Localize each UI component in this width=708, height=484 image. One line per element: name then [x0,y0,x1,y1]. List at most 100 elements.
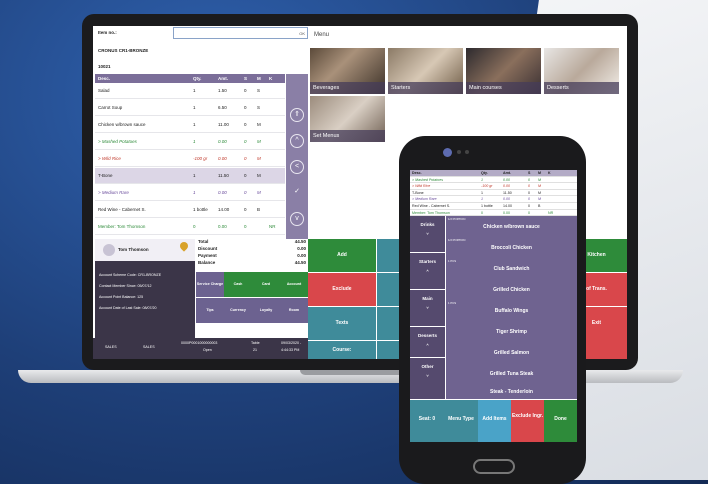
page-up-icon[interactable]: ⇑ [290,108,304,122]
line-s: 0 [244,207,247,212]
table-row[interactable]: > Wild Rice -100 gr 0.00 0 M [410,183,577,190]
menu-tile-main-courses[interactable]: Main courses [466,48,541,94]
line-desc: > Medium Rare [98,190,129,195]
room-button[interactable]: Room [280,298,308,323]
line-amt: 14.00 [503,203,512,208]
chevron-left-icon[interactable]: < [290,160,304,174]
line-amt: 0.00 [218,156,227,161]
table-row[interactable]: Red Wine - Cabernet S. 1 bottle 14.00 0 B [95,202,285,218]
table-row[interactable]: > Mashed Potatoes 1 0.00 0 M [410,177,577,184]
table-row[interactable]: T-Bone 1 11.50 0 M [410,190,577,197]
menu-tile-set-menus[interactable]: Set Menus [310,96,385,142]
menu-tile-starters[interactable]: Starters [388,48,463,94]
line-s: 0 [528,184,530,189]
menu-item-buffalo-wings[interactable]: 1 PCS Buffalo Wings [446,300,577,321]
phone-order-table: Desc. Qty. Amt. S M K > Mashed Potatoes 1 0.00 0… [410,170,577,217]
category-drinks[interactable]: Drinks ˅ [410,216,445,252]
line-m: M [257,156,261,161]
status-sales-2: SALES [143,345,155,349]
table-row[interactable]: Red Wine - Cabernet S. 1 bottle 14.00 0 B [410,203,577,210]
currency-button[interactable]: Currency [224,298,252,323]
chevron-down-icon: ˅ [426,305,429,310]
menu-item-grilled-chicken[interactable]: Grilled Chicken [446,279,577,300]
line-qty: 1 [193,122,196,127]
menu-item-grilled-salmon[interactable]: Grilled Salmon [446,342,577,363]
ok-button[interactable]: OK [299,31,305,36]
texts-button[interactable]: Texts [308,307,376,340]
add-button[interactable]: Add [308,239,376,272]
line-m: S [257,88,261,93]
line-desc: > Wild Rice [98,156,121,161]
category-desserts[interactable]: Desserts ˄ [410,327,445,357]
loyalty-button[interactable]: Loyalty [252,298,280,323]
line-s: 0 [244,224,247,229]
menu-tile-beverages[interactable]: Beverages [310,48,385,94]
line-s: 0 [244,190,247,195]
customer-points: Account Point Balance: 125 [99,295,144,299]
chevron-up-icon: ˄ [426,342,429,347]
chevron-down-icon: ˅ [426,231,429,236]
seat-button[interactable]: Seat: 0 [410,400,444,442]
service-charge-button[interactable]: Service Charge [196,272,224,297]
menu-item-club-sandwich[interactable]: 1 PCS Club Sandwich [446,258,577,279]
table-row[interactable]: Chicken w/brown sauce 1 11.00 0 M [95,117,285,133]
account-button[interactable]: Account [280,272,308,297]
avatar [103,244,115,256]
line-desc: Red Wine - Cabernet S. [98,207,146,212]
course-button[interactable]: Course: [308,341,376,359]
table-row[interactable]: Salad 1 1.50 0 S [95,83,285,99]
line-amt: 1.50 [218,88,227,93]
line-qty: 0 [193,224,196,229]
line-s: 0 [244,156,247,161]
exclude-button[interactable]: Exclude [308,273,376,306]
chevron-up-icon: ˄ [426,268,429,273]
menu-item-steak-tenderloin[interactable]: Steak - Tenderloin [446,384,577,399]
card-button[interactable]: Card [252,272,280,297]
line-qty: 1 bottle [193,207,208,212]
line-m: M [257,190,261,195]
category-main[interactable]: Main ˅ [410,290,445,326]
sensor-icon [465,150,469,154]
line-m: M [538,177,541,182]
col-qty: Qty. [193,76,202,81]
exclude-ingredients-button[interactable]: Exclude Ingr. [511,400,544,442]
line-desc: Red Wine - Cabernet S. [412,203,451,208]
category-other[interactable]: Other ˅ [410,358,445,399]
table-row[interactable]: > Medium Rare 1 0.00 0 M [95,185,285,201]
home-button[interactable] [473,459,515,474]
status-trans-no: 0000P0001000000003 [181,341,218,345]
col-desc: Desc. [98,76,111,81]
cash-button[interactable]: Cash [224,272,252,297]
check-list-icon[interactable]: ✓ [290,186,304,200]
add-items-button[interactable]: Add Items [478,400,511,442]
tips-button[interactable]: Tips [196,298,224,323]
line-s: 0 [244,173,247,178]
balance-label: Balance [198,260,216,265]
menu-type-button[interactable]: Menu Type [444,400,478,442]
menu-tile-desserts[interactable]: Desserts [544,48,619,94]
line-m: M [257,173,261,178]
line-m: M [538,184,541,189]
menu-item-tiger-shrimp[interactable]: Tiger Shrimp [446,321,577,342]
line-s: 0 [528,197,530,202]
item-no-input[interactable]: OK [173,27,308,39]
menu-item-broccoli-chicken[interactable]: 1/2 PORTION Broccoli Chicken [446,237,577,258]
table-row[interactable]: > Mashed Potatoes 1 0.00 0 M [95,134,285,150]
line-amt: 11.00 [218,122,229,127]
status-table-label: Table [251,341,260,345]
table-row[interactable]: > Wild Rice -100 gr 0.00 0 M [95,151,285,167]
line-qty: 1 [481,177,483,182]
table-row[interactable]: Member: Tom Thomson 0 0.00 0 NR [95,219,285,235]
category-starters[interactable]: Starters ˄ [410,253,445,289]
done-button[interactable]: Done [544,400,577,442]
line-desc: T-Bone [412,190,424,195]
table-row[interactable]: Carrot Soup 1 6.50 0 S [95,100,285,116]
chevron-down-icon[interactable]: v [290,212,304,226]
menu-item-grilled-tuna-steak[interactable]: Grilled Tuna Steak [446,363,577,384]
chevron-up-icon[interactable]: ^ [290,134,304,148]
menu-item-chicken-brown-sauce[interactable]: 1/2 PORTION Chicken w/brown sauce [446,216,577,237]
table-row[interactable]: > Medium Rare 1 0.00 0 M [410,196,577,203]
status-time: 4:44:33 PM [281,348,300,352]
line-m: B [538,203,541,208]
table-row-selected[interactable]: T-Bone 1 11.50 0 M [95,168,285,184]
